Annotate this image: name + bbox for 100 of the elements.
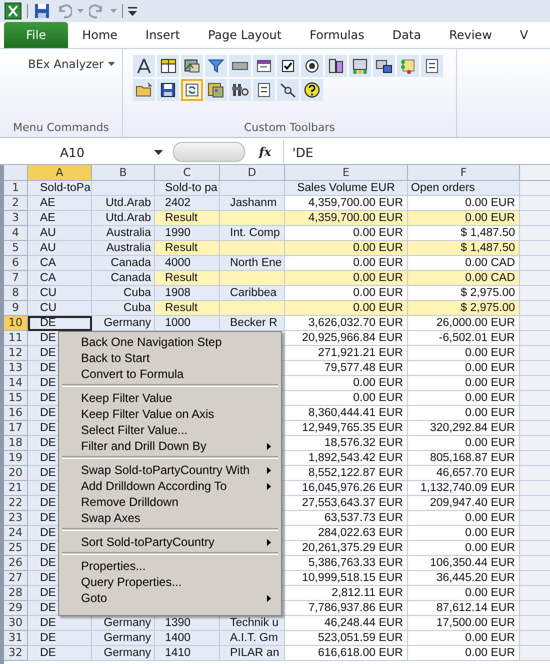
save-icon[interactable] — [33, 2, 51, 20]
table-cell: 106,350.44 EUR — [408, 556, 520, 571]
row-header[interactable]: 21 — [4, 481, 28, 496]
toolbar-button[interactable] — [373, 55, 395, 77]
row-header[interactable]: 1 — [4, 181, 28, 196]
ribbon-tab[interactable]: Insert — [132, 22, 194, 48]
row-header[interactable]: 3 — [4, 211, 28, 226]
insert-function-button[interactable]: fx — [245, 140, 284, 164]
row-header[interactable]: 25 — [4, 541, 28, 556]
toolbar-button[interactable] — [181, 55, 203, 77]
row-header[interactable]: 6 — [4, 256, 28, 271]
row-header[interactable]: 14 — [4, 376, 28, 391]
toolbar-button[interactable] — [253, 55, 275, 77]
toolbar-button[interactable] — [277, 55, 299, 77]
row-header[interactable]: 19 — [4, 451, 28, 466]
toolbar-button[interactable] — [229, 55, 251, 77]
row-header[interactable]: 26 — [4, 556, 28, 571]
name-box[interactable]: A10 — [0, 144, 150, 160]
spreadsheet-logo-icon[interactable] — [4, 2, 22, 20]
table-cell: 16,045,976.26 EUR — [285, 481, 408, 496]
ribbon-tab[interactable]: Data — [378, 22, 436, 48]
table-cell: CA — [28, 256, 92, 271]
table-cell: 1,892,543.42 EUR — [285, 451, 408, 466]
row-header[interactable]: 23 — [4, 511, 28, 526]
row-header[interactable]: 28 — [4, 586, 28, 601]
row-header[interactable]: 12 — [4, 346, 28, 361]
table-cell: $ 2,975.00 — [408, 286, 520, 301]
row-header[interactable]: 10 — [4, 316, 28, 331]
row-header[interactable]: 16 — [4, 406, 28, 421]
toolbar-button[interactable] — [133, 55, 155, 77]
row-header[interactable]: 7 — [4, 271, 28, 286]
table-cell: 616,618.00 EUR — [285, 646, 408, 661]
row-header[interactable]: 27 — [4, 571, 28, 586]
table-cell: 10,999,518.15 EUR — [285, 571, 408, 586]
row-header[interactable]: 13 — [4, 361, 28, 376]
row-header[interactable]: 9 — [4, 301, 28, 316]
row-header[interactable]: 11 — [4, 331, 28, 346]
table-cell: 0.00 EUR — [285, 241, 408, 256]
table-cell: 0.00 EUR — [285, 271, 408, 286]
grid-icon — [206, 80, 226, 100]
toolbar-button[interactable] — [301, 55, 323, 77]
row-header[interactable]: 17 — [4, 421, 28, 436]
table-cell: Caribbea — [220, 286, 285, 301]
column-header[interactable]: C — [155, 165, 220, 181]
ribbon-tab[interactable]: Review — [435, 22, 506, 48]
ribbon-tab[interactable]: Formulas — [296, 22, 378, 48]
ribbon-tab[interactable]: Home — [68, 22, 132, 48]
resize-handle[interactable] — [173, 142, 245, 162]
row-header[interactable]: 18 — [4, 436, 28, 451]
toolbar-button[interactable] — [277, 79, 299, 101]
table-cell: 0.00 CAD — [408, 271, 520, 286]
row-header[interactable]: 2 — [4, 196, 28, 211]
table-cell: AU — [28, 241, 92, 256]
toolbar-button[interactable] — [421, 55, 443, 77]
file-tab[interactable]: File — [4, 22, 68, 48]
row-header[interactable]: 32 — [4, 646, 28, 661]
caret-icon[interactable] — [154, 150, 163, 154]
row-header[interactable]: 15 — [4, 391, 28, 406]
ribbon-tab[interactable]: Page Layout — [194, 22, 296, 48]
toolbar-button[interactable] — [157, 79, 179, 101]
row-header[interactable]: 24 — [4, 526, 28, 541]
customize-icon[interactable] — [128, 6, 137, 16]
toolbar-button[interactable] — [229, 79, 251, 101]
row-header[interactable]: 20 — [4, 466, 28, 481]
table-cell: AU — [28, 226, 92, 241]
toolbar-button[interactable] — [205, 79, 227, 101]
table-cell: 0.00 EUR — [408, 526, 520, 541]
row-header[interactable]: 30 — [4, 616, 28, 631]
column-header[interactable]: A — [28, 165, 92, 181]
table-cell: Canada — [92, 271, 155, 286]
toolbar-button[interactable] — [181, 79, 203, 101]
table-cell: CA — [28, 271, 92, 286]
row-header[interactable]: 4 — [4, 226, 28, 241]
column-header[interactable]: B — [92, 165, 155, 181]
table-cell: Utd.Arab — [92, 211, 155, 226]
bex-analyzer-menu[interactable]: BEx Analyzer — [26, 55, 117, 73]
toolbar-button[interactable] — [301, 79, 323, 101]
table-cell: 17,500.00 EUR — [408, 616, 520, 631]
column-header[interactable]: F — [408, 165, 520, 181]
ribbon-tab[interactable]: V — [506, 22, 542, 48]
row-header[interactable]: 22 — [4, 496, 28, 511]
toolbar-button[interactable] — [205, 55, 227, 77]
toolbar-button[interactable] — [325, 55, 347, 77]
table-cell: Cuba — [92, 301, 155, 316]
column-header[interactable]: E — [285, 165, 408, 181]
toolbar-button[interactable] — [349, 55, 371, 77]
table-cell: 1908 — [155, 286, 220, 301]
row-header[interactable]: 5 — [4, 241, 28, 256]
table-cell: 0.00 EUR — [285, 256, 408, 271]
table-cell: 320,292.84 EUR — [408, 421, 520, 436]
toolbar-button[interactable] — [157, 55, 179, 77]
row-header[interactable]: 29 — [4, 601, 28, 616]
table-cell: 0.00 EUR — [408, 406, 520, 421]
column-header[interactable]: D — [220, 165, 285, 181]
table-cell: AE — [28, 211, 92, 226]
row-header[interactable]: 8 — [4, 286, 28, 301]
row-header[interactable]: 31 — [4, 631, 28, 646]
help-icon — [302, 80, 322, 100]
toolbar-button[interactable] — [253, 79, 275, 101]
formula-input[interactable]: 'DE — [284, 144, 314, 160]
